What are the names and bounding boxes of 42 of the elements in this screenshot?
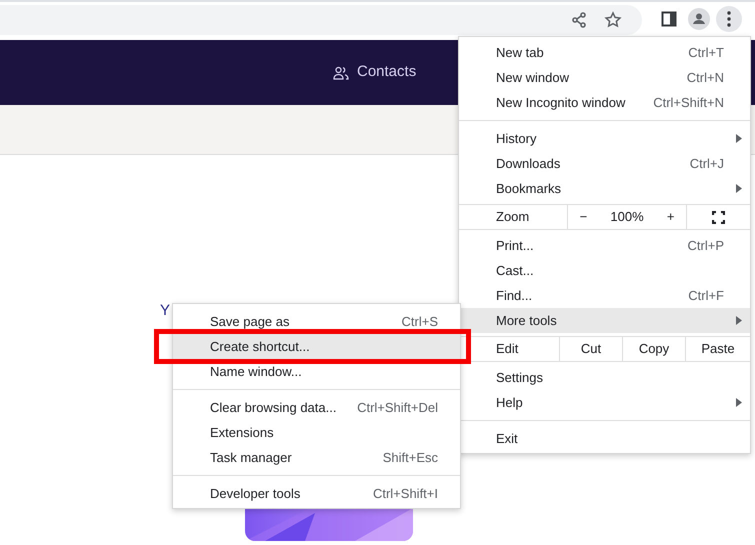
nav-link[interactable]: Contacts — [357, 61, 416, 84]
shortcut-text: Ctrl+J — [690, 154, 724, 173]
edit-button[interactable]: Cut — [559, 337, 622, 361]
fullscreen-icon[interactable] — [712, 210, 725, 224]
menu-item[interactable]: Exit — [459, 426, 750, 451]
menu-item[interactable]: More tools — [459, 308, 750, 333]
menu-item[interactable]: New window Ctrl+N — [459, 65, 750, 90]
shortcut-text: Shift+Esc — [382, 448, 438, 467]
shortcut-text: Ctrl+Shift+N — [653, 94, 724, 112]
zoom-in-button[interactable]: + — [666, 207, 674, 227]
menu-item[interactable]: Clear browsing data... Ctrl+Shift+Del — [173, 395, 460, 420]
menu-icon[interactable] — [716, 6, 742, 32]
menu-item[interactable]: Cast... — [459, 258, 750, 283]
menu-item[interactable]: Bookmarks — [459, 176, 750, 201]
shortcut-text: Ctrl+Shift+Del — [357, 398, 438, 417]
menu-item[interactable]: New Incognito window Ctrl+Shift+N — [459, 90, 750, 115]
menu-item[interactable]: Extensions — [173, 420, 460, 445]
menu-item[interactable]: Find... Ctrl+F — [459, 283, 750, 308]
shortcut-text: Ctrl+N — [686, 68, 724, 87]
menu-item[interactable]: Create shortcut... — [173, 334, 460, 359]
zoom-out-button[interactable]: − — [580, 207, 588, 227]
edit-button[interactable]: Paste — [685, 337, 750, 361]
zoom-level: 100% — [610, 208, 644, 226]
page-text: Y — [160, 301, 170, 321]
menu-item[interactable]: New tab Ctrl+T — [459, 40, 750, 65]
zoom-label: Zoom — [496, 208, 530, 226]
shortcut-text: Ctrl+P — [688, 236, 724, 255]
menu-item[interactable]: Settings — [459, 365, 750, 390]
shortcut-text: Ctrl+S — [402, 312, 438, 331]
edit-button[interactable]: Copy — [622, 337, 685, 361]
contacts-icon — [333, 66, 349, 80]
shortcut-text: Ctrl+F — [688, 286, 724, 305]
menu-item[interactable]: Downloads Ctrl+J — [459, 151, 750, 176]
profile-icon[interactable] — [686, 6, 712, 32]
menu-item[interactable]: History — [459, 126, 750, 151]
menu-item[interactable]: Print... Ctrl+P — [459, 233, 750, 258]
menu-item[interactable]: Task manager Shift+Esc — [173, 445, 460, 470]
shortcut-text: Ctrl+T — [688, 44, 724, 62]
menu-item[interactable]: Help — [459, 390, 750, 415]
menu-item[interactable]: Developer tools Ctrl+Shift+I — [173, 481, 460, 506]
shortcut-text: Ctrl+Shift+I — [372, 484, 438, 503]
edit-label: Edit — [496, 340, 518, 358]
